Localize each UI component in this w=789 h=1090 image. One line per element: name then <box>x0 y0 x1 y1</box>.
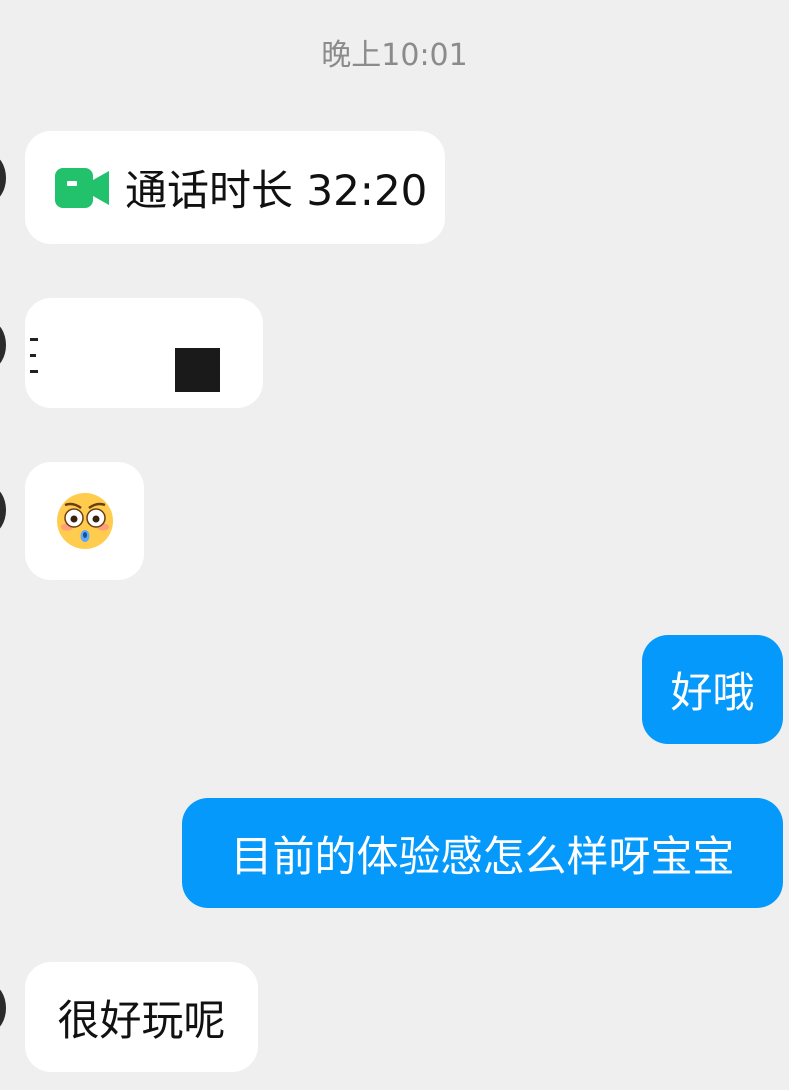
flushed-face-emoji <box>56 493 113 549</box>
message-text: 很好玩呢 <box>57 995 226 1045</box>
attachment-glyph-icon <box>30 338 38 373</box>
attachment-bubble[interactable] <box>25 298 263 408</box>
outgoing-message[interactable]: 目前的体验感怎么样呀宝宝 <box>182 798 783 908</box>
message-text: 目前的体验感怎么样呀宝宝 <box>230 831 735 881</box>
attachment-thumbnail <box>175 348 220 392</box>
video-camera-icon <box>55 167 109 208</box>
avatar[interactable] <box>0 155 6 201</box>
avatar[interactable] <box>0 985 6 1031</box>
incoming-message[interactable]: 很好玩呢 <box>25 962 258 1072</box>
message-text: 好哦 <box>670 668 755 717</box>
video-call-bubble[interactable]: 通话时长 32:20 <box>25 131 445 244</box>
call-duration-text: 通话时长 32:20 <box>125 166 428 215</box>
avatar[interactable] <box>0 487 6 533</box>
outgoing-message[interactable]: 好哦 <box>642 635 783 744</box>
emoji-bubble[interactable] <box>25 462 144 580</box>
chat-timestamp: 晚上10:01 <box>321 38 468 73</box>
avatar[interactable] <box>0 322 6 368</box>
